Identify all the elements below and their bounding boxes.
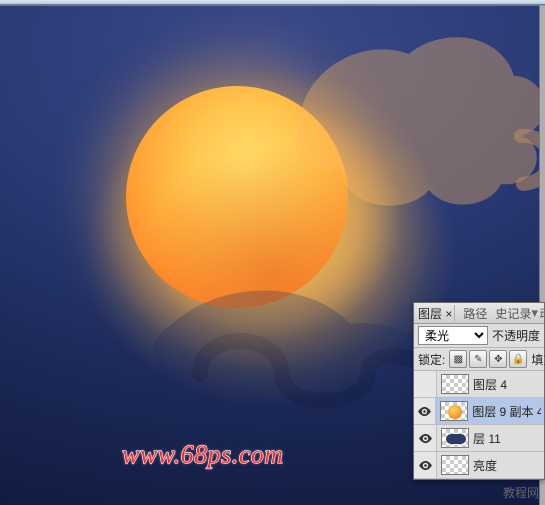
lock-pixels-icon[interactable]: ✎ [469,350,487,368]
layer-name[interactable]: 图层 4 [473,376,507,393]
tab-layers-label: 图层 [418,307,442,321]
tab-layers-close[interactable]: × [445,307,452,321]
tab-layers[interactable]: 图层 × [418,305,455,322]
eye-icon [418,460,433,471]
lock-label: 锁定: [418,351,445,368]
window-chrome [0,0,545,5]
lock-all-icon[interactable]: 🔒 [509,350,527,368]
artwork-cloud-upper [289,18,539,228]
layers-panel[interactable]: 图层 × 路径 史记录 动 ▾ 柔光 不透明度 锁定: ▩ ✎ ✥ 🔒 填充 图… [413,302,545,480]
tab-history[interactable]: 史记录 [495,305,531,322]
eye-icon [417,406,432,417]
layer-row[interactable]: 亮度 [414,452,544,479]
layer-thumbnail[interactable] [441,455,469,475]
panel-menu-icon[interactable]: ▾ [531,305,538,321]
layer-name[interactable]: 层 11 [473,430,501,447]
layer-thumbnail[interactable] [441,428,469,448]
tab-actions[interactable]: 动 [539,305,544,322]
layer-row[interactable]: 图层 4 [414,371,544,398]
lock-position-icon[interactable]: ✥ [489,350,507,368]
layer-thumbnail[interactable] [441,374,469,394]
blend-mode-row: 柔光 不透明度 [414,324,544,348]
panel-tabstrip: 图层 × 路径 史记录 动 ▾ [414,303,544,324]
layer-thumbnail[interactable] [440,401,468,421]
layer-name[interactable]: 亮度 [473,457,497,474]
layer-name[interactable]: 图层 9 副本 4 [472,403,541,420]
lock-transparency-icon[interactable]: ▩ [449,350,467,368]
lock-row: 锁定: ▩ ✎ ✥ 🔒 填充 [414,348,544,371]
artwork-cloud-lower [150,286,450,426]
fill-label: 填充 [531,351,545,368]
lock-icons: ▩ ✎ ✥ 🔒 [449,350,527,368]
visibility-toggle[interactable] [414,425,437,451]
eye-icon [418,433,433,444]
visibility-toggle[interactable] [414,371,437,397]
layer-row[interactable]: 图层 9 副本 4 [414,398,544,425]
opacity-label: 不透明度 [492,327,540,344]
watermark-text: www.68ps.com [122,440,284,470]
visibility-toggle[interactable] [414,452,437,478]
layer-list: 图层 4 图层 9 副本 4 层 11 [414,371,544,479]
blend-mode-select[interactable]: 柔光 [418,326,488,345]
visibility-toggle[interactable] [414,398,436,424]
tutorial-link[interactable]: 教程网 [503,484,539,501]
tab-paths[interactable]: 路径 [463,305,487,322]
layer-row[interactable]: 层 11 [414,425,544,452]
